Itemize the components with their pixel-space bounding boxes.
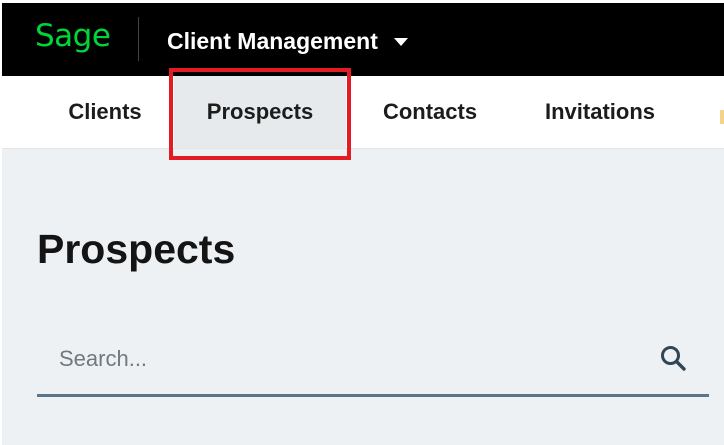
tab-contacts[interactable]: Contacts — [356, 76, 504, 148]
search-icon[interactable] — [659, 344, 687, 372]
tab-invitations[interactable]: Invitations — [514, 76, 686, 148]
caret-down-icon — [393, 38, 408, 46]
nav-tabs: Clients Prospects Contacts Invitations — [2, 76, 724, 149]
tab-clients[interactable]: Clients — [46, 76, 164, 148]
app-title: Client Management — [167, 28, 378, 54]
page-title: Prospects — [37, 226, 236, 272]
tab-overflow-edge — [720, 110, 724, 124]
topbar-divider — [138, 17, 139, 61]
sage-logo[interactable]: Sage — [35, 16, 111, 56]
app-switcher-button[interactable]: Client Management — [167, 27, 408, 55]
search-input[interactable] — [37, 326, 659, 392]
top-bar: Sage Client Management — [2, 3, 724, 76]
app-window: Sage Client Management Clients Prospects… — [2, 3, 724, 445]
tab-prospects[interactable]: Prospects — [174, 76, 346, 148]
search-bar — [37, 326, 709, 397]
